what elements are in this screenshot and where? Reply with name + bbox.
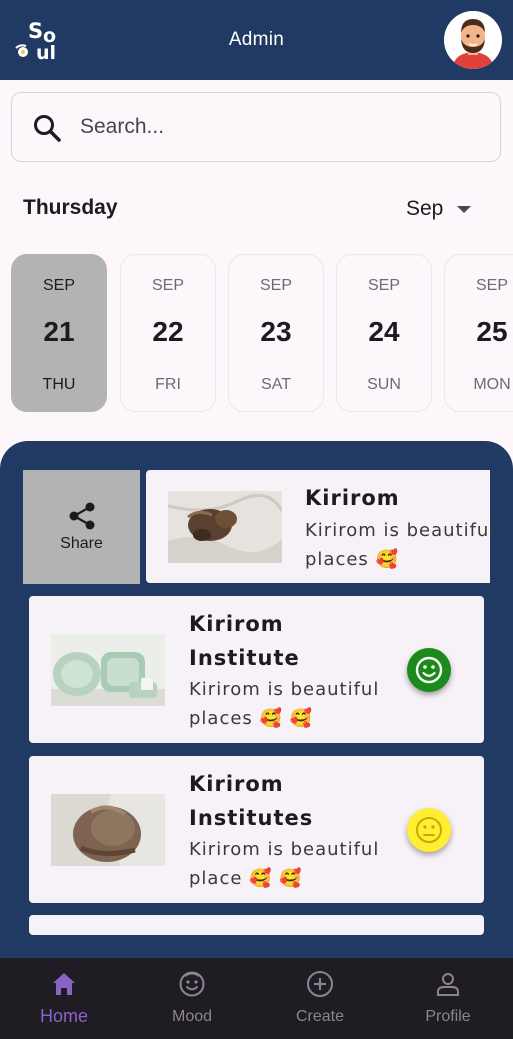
user-avatar-icon[interactable] [444, 11, 502, 69]
cat-closeup-photo [51, 794, 165, 866]
app-title: Admin [228, 29, 285, 50]
cat-on-bed-photo [168, 491, 282, 563]
date-month: SEP [151, 277, 184, 294]
date-card[interactable]: SEP 24 SUN [336, 254, 432, 412]
share-button[interactable]: Share [23, 470, 140, 584]
nav-mood[interactable]: Mood [128, 958, 256, 1039]
date-weekday: THU [42, 376, 76, 393]
post-body-line: places 🥰 [305, 549, 399, 570]
date-month: SEP [259, 277, 292, 294]
nav-mood-label: Mood [171, 1008, 213, 1025]
month-dropdown[interactable]: Sep [406, 194, 472, 224]
happy-face-icon[interactable] [407, 648, 451, 692]
date-card[interactable]: SEP 21 THU [11, 254, 107, 412]
post-title: Institutes [189, 806, 314, 830]
date-weekday: SAT [261, 376, 291, 393]
post-card[interactable] [29, 915, 484, 935]
date-day: 25 [476, 316, 508, 347]
date-day: 24 [368, 316, 400, 347]
selected-day-label: Thursday [23, 196, 118, 219]
add-circle-icon [307, 971, 333, 997]
post-feed[interactable]: Share Kirirom Kirirom is beautiful place… [0, 441, 513, 961]
profile-icon [437, 973, 459, 996]
post-title: Kirirom [189, 612, 284, 636]
post-card[interactable]: Kirirom Institute Kirirom is beautiful p… [29, 596, 484, 743]
date-day: 21 [43, 316, 75, 347]
month-dropdown-value: Sep [406, 197, 444, 220]
search-bar[interactable] [11, 92, 501, 162]
post-title: Kirirom [189, 772, 284, 796]
search-input[interactable] [80, 107, 480, 147]
date-card[interactable]: SEP 23 SAT [228, 254, 324, 412]
bottom-navigation: Home Mood Create Profile [0, 958, 513, 1039]
date-day: 23 [260, 316, 292, 347]
date-month: SEP [367, 277, 400, 294]
chevron-down-icon [457, 205, 472, 213]
date-month: SEP [475, 277, 508, 294]
nav-profile[interactable]: Profile [384, 958, 512, 1039]
post-body-line: places 🥰 🥰 [189, 708, 314, 729]
nav-home[interactable]: Home [0, 958, 128, 1039]
share-label: Share [60, 535, 103, 552]
nav-create[interactable]: Create [256, 958, 384, 1039]
date-day: 22 [152, 316, 184, 347]
post-body-line: place 🥰 🥰 [189, 868, 303, 889]
date-month: SEP [42, 277, 75, 294]
nav-create-label: Create [295, 1008, 345, 1025]
post-title: Kirirom [305, 486, 400, 510]
neutral-face-icon[interactable] [407, 808, 451, 852]
post-card[interactable]: Kirirom Kirirom is beautiful places 🥰 [146, 470, 494, 583]
date-strip[interactable]: SEP 21 THU SEP 22 FRI SEP 23 SAT SEP 24 … [0, 254, 513, 414]
date-weekday: SUN [367, 376, 401, 393]
mood-face-icon [179, 971, 205, 997]
green-dishes-photo [51, 634, 165, 706]
nav-home-label: Home [39, 1006, 88, 1026]
date-weekday: FRI [155, 376, 181, 393]
share-icon [69, 502, 95, 530]
search-icon[interactable] [32, 113, 62, 143]
date-card[interactable]: SEP 22 FRI [120, 254, 216, 412]
post-body-line: Kirirom is beautiful [189, 679, 380, 700]
date-weekday: MON [473, 376, 511, 393]
date-card[interactable]: SEP 25 MON [444, 254, 513, 412]
post-card[interactable]: Kirirom Institutes Kirirom is beautiful … [29, 756, 484, 903]
home-icon [53, 973, 75, 995]
post-title: Institute [189, 646, 300, 670]
post-body-line: Kirirom is beautiful [189, 839, 380, 860]
app-bar: S o ul Admin [0, 0, 513, 80]
nav-profile-label: Profile [425, 1008, 471, 1025]
post-body-line: Kirirom is beautiful [305, 520, 496, 541]
